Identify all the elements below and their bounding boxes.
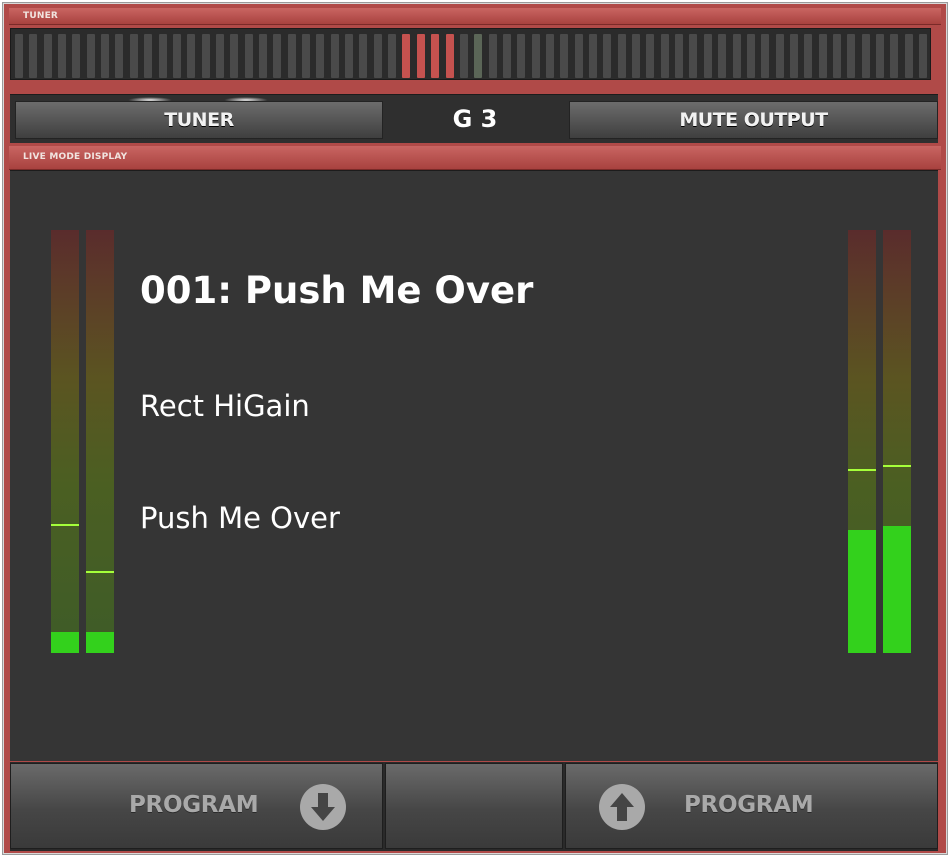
tuner-segment xyxy=(718,34,727,78)
tuner-segment xyxy=(861,34,870,78)
program-down-label: PROGRAM xyxy=(129,792,259,818)
tuner-segment xyxy=(904,34,913,78)
tuner-section-header: TUNER xyxy=(9,8,941,25)
tuner-segment xyxy=(545,34,554,78)
note-readout: G 3 xyxy=(452,105,498,133)
tuner-segment xyxy=(43,34,52,78)
app-window: TUNER TUNER G 3 MUTE OUTPUT LIVE MODE DI… xyxy=(3,3,947,854)
meter-fill xyxy=(86,631,114,653)
tuner-segment xyxy=(72,34,81,78)
tuner-segment xyxy=(58,34,67,78)
tuner-segment xyxy=(890,34,899,78)
tuner-segment xyxy=(488,34,497,78)
input-meter-right xyxy=(86,230,114,653)
tuner-segment xyxy=(589,34,597,78)
tuner-segment xyxy=(172,34,181,78)
tuner-segment xyxy=(330,34,339,78)
tuner-button[interactable]: TUNER xyxy=(15,101,383,139)
program-up-button[interactable]: PROGRAM xyxy=(565,763,938,849)
tuner-segment xyxy=(761,34,770,78)
tuner-segment xyxy=(919,34,928,78)
tuner-segment xyxy=(732,34,741,78)
meter-peak xyxy=(51,524,79,527)
tuner-segment xyxy=(660,34,669,78)
output-meter-left xyxy=(848,230,876,653)
tuner-segment xyxy=(187,34,196,78)
tuner-segment xyxy=(101,34,110,78)
tuner-segment xyxy=(603,34,612,78)
tuner-segment xyxy=(144,34,153,78)
tuner-segment xyxy=(416,34,425,78)
tuner-segment xyxy=(431,34,440,78)
meter-peak xyxy=(883,464,911,467)
tuner-segment xyxy=(474,34,483,78)
tuner-segment xyxy=(832,34,841,78)
tuner-controls-row: TUNER G 3 MUTE OUTPUT xyxy=(10,94,938,143)
meter-peak xyxy=(86,570,114,573)
preset-name: Push Me Over xyxy=(140,501,340,535)
tuner-segment xyxy=(746,34,755,78)
tuner-segment xyxy=(29,34,38,78)
mute-output-button[interactable]: MUTE OUTPUT xyxy=(569,101,938,139)
tuner-segment xyxy=(388,34,397,78)
tuner-segment xyxy=(201,34,210,78)
program-controls-row: PROGRAM PROGRAM xyxy=(10,762,938,851)
tuner-segment xyxy=(15,34,23,78)
tuner-segment xyxy=(359,34,368,78)
tuner-segment xyxy=(574,34,583,78)
tuner-segment xyxy=(230,34,239,78)
tuner-segment xyxy=(287,34,296,78)
live-mode-section-header: LIVE MODE DISPLAY xyxy=(9,146,941,170)
meter-fill xyxy=(883,526,911,653)
meter-peak xyxy=(848,469,876,472)
tuner-segment xyxy=(244,34,253,78)
arrow-up-icon xyxy=(599,784,645,830)
tuner-segment xyxy=(689,34,698,78)
meter-fill xyxy=(848,530,876,653)
tuner-segment xyxy=(316,34,325,78)
tuner-segment xyxy=(345,34,354,78)
tuner-segment xyxy=(502,34,511,78)
tuner-segment xyxy=(646,34,655,78)
arrow-down-icon xyxy=(300,784,346,830)
tuner-segment xyxy=(876,34,884,78)
tuner-segment xyxy=(86,34,95,78)
input-meter-left xyxy=(51,230,79,653)
tuner-segment xyxy=(445,34,454,78)
program-down-button[interactable]: PROGRAM xyxy=(10,763,383,849)
amp-model-name: Rect HiGain xyxy=(140,389,310,423)
tuner-segment xyxy=(273,34,282,78)
program-up-label: PROGRAM xyxy=(684,792,814,818)
tuner-segment xyxy=(459,34,468,78)
tuner-strip xyxy=(10,28,931,80)
tuner-segment xyxy=(675,34,684,78)
tuner-segment xyxy=(258,34,267,78)
tuner-segment xyxy=(560,34,569,78)
tuner-segment xyxy=(847,34,856,78)
output-meter-right xyxy=(883,230,911,653)
tuner-segment xyxy=(517,34,526,78)
tuner-segment xyxy=(632,34,641,78)
meter-fill xyxy=(51,631,79,653)
tuner-segment xyxy=(158,34,167,78)
tuner-segment xyxy=(373,34,382,78)
tuner-segment xyxy=(215,34,224,78)
tuner-segment xyxy=(402,34,411,78)
tuner-segment xyxy=(789,34,798,78)
tuner-segment xyxy=(775,34,784,78)
tuner-segment xyxy=(703,34,712,78)
tuner-segment xyxy=(129,34,138,78)
tuner-segment xyxy=(115,34,124,78)
tuner-segment xyxy=(818,34,827,78)
tuner-segment xyxy=(531,34,540,78)
tuner-segment xyxy=(302,34,310,78)
center-button[interactable] xyxy=(385,763,563,849)
preset-title: 001: Push Me Over xyxy=(140,269,534,312)
tuner-segment xyxy=(804,34,813,78)
tuner-segment xyxy=(617,34,626,78)
live-mode-display: 001: Push Me Over Rect HiGain Push Me Ov… xyxy=(10,170,938,761)
